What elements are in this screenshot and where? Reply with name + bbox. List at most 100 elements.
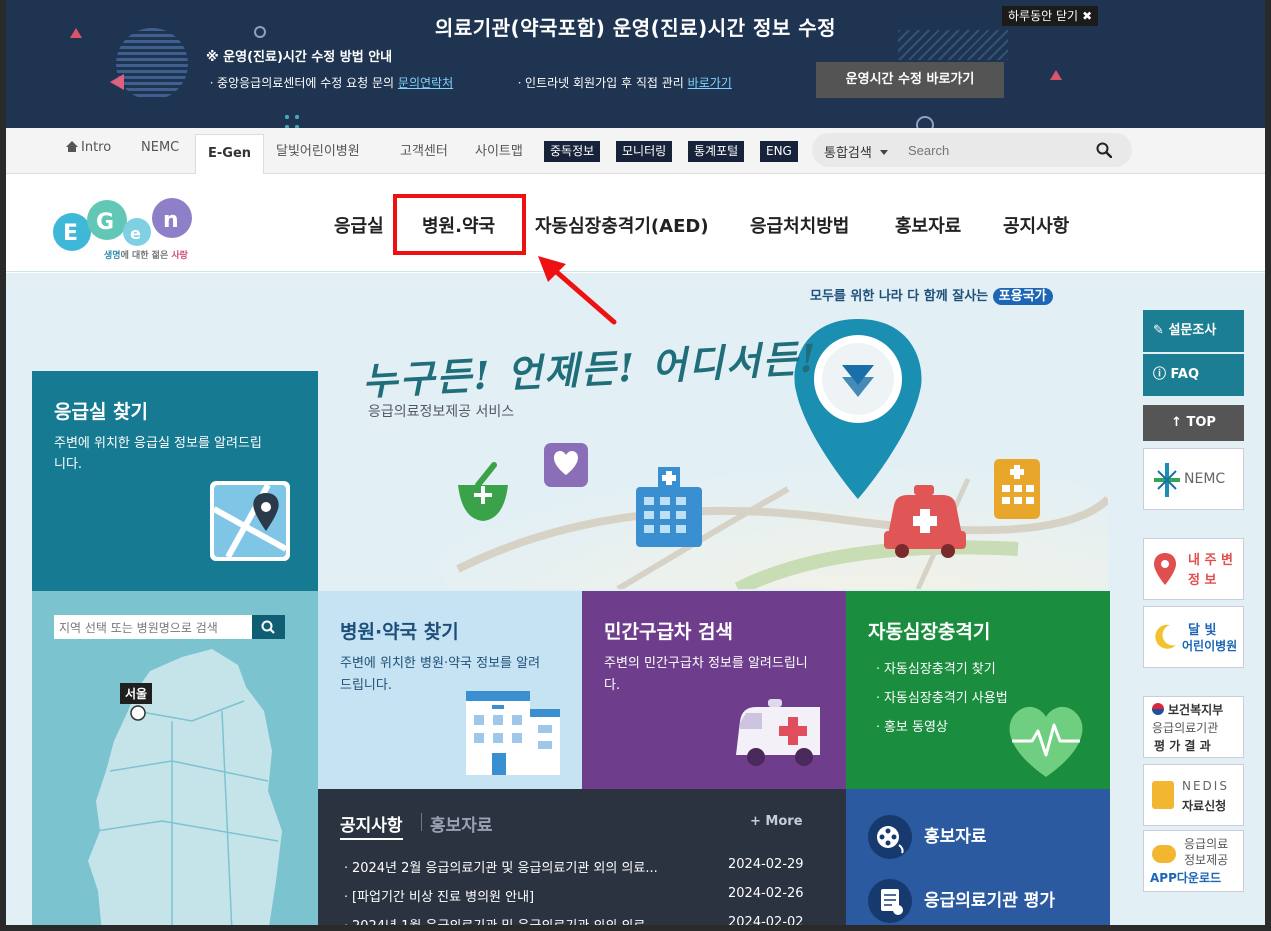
notice-row-title: ㆍ2024년 2월 응급의료기관 및 응급의료기관 외의 의료...	[340, 861, 658, 876]
ambulance-icon	[736, 699, 820, 766]
survey-button[interactable]: ✎ 설문조사	[1143, 310, 1244, 352]
notice-line-1-text: ㆍ중앙응급의료센터에 수정 요청 문의	[206, 76, 395, 90]
app-line-3: APP다운로드	[1150, 871, 1222, 885]
heart-pulse-icon	[1009, 706, 1083, 777]
edit-icon: ✎	[1153, 323, 1164, 338]
private-ambulance-desc: 주변의 민간구급차 정보를 알려드립니다.	[604, 656, 808, 693]
film-reel-icon	[868, 815, 912, 859]
nav-aed[interactable]: 자동심장충격기(AED)	[535, 212, 709, 238]
faq-label: FAQ	[1170, 367, 1200, 382]
institution-eval-label: 응급의료기관 평가	[924, 891, 1056, 911]
main-content: 모두를 위한 나라 다 함께 잘사는 포용국가 누구든! 언제든! 어디서든! …	[6, 273, 1265, 925]
decorative-triangle	[110, 74, 124, 90]
mohw-evaluation-link[interactable]: 보건복지부 응급의료기관 평 가 결 과	[1143, 696, 1244, 758]
inclusive-nation-slogan: 모두를 위한 나라 다 함께 잘사는 포용국가	[810, 285, 1053, 305]
korea-map[interactable]	[32, 591, 318, 925]
hero-banner: 누구든! 언제든! 어디서든! 응급의료정보제공 서비스	[318, 309, 1108, 589]
app-line-1: 응급의료	[1184, 837, 1229, 851]
slogan-text: 모두를 위한 나라 다 함께 잘사는	[810, 289, 989, 304]
egen-logo[interactable]: E G e n 생명에 대한 젊은 사랑	[52, 192, 202, 264]
more-link[interactable]: + More	[750, 814, 803, 829]
promo-panel: 홍보자료 응급의료기관 평가	[846, 789, 1110, 925]
nav-notices[interactable]: 공지사항	[1003, 212, 1069, 238]
hero-subtitle: 응급의료정보제공 서비스	[368, 404, 515, 420]
top-button[interactable]: ↑ TOP	[1143, 405, 1244, 441]
hospital-building-icon	[466, 691, 560, 775]
nearby-line-2: 정 보	[1188, 573, 1217, 588]
search-icon[interactable]	[1096, 142, 1112, 158]
nav-first-aid[interactable]: 응급처치방법	[750, 212, 849, 238]
location-pin-icon	[1154, 553, 1176, 585]
search-scope-select[interactable]: 통합검색	[824, 142, 888, 161]
notice-row-title: ㆍ[파업기간 비상 진료 병의원 안내]	[340, 890, 535, 905]
stats-portal-button[interactable]: 통계포털	[688, 141, 745, 162]
notice-row-title: ㆍ2024년 1월 응급의료기관 및 응급의료기관 외의 의료...	[340, 915, 708, 925]
seoul-label[interactable]: 서울	[120, 683, 153, 704]
slogan-pill: 포용국가	[992, 288, 1053, 305]
aed-menu: ㆍ자동심장충격기 찾기 ㆍ자동심장충격기 사용법 ㆍ홍보 동영상	[872, 655, 1008, 742]
mohw-line-1: 보건복지부	[1168, 703, 1224, 717]
app-download-link[interactable]: 응급의료 정보제공 APP다운로드	[1143, 830, 1244, 892]
moonlight-hospital-link[interactable]: 달 빛 어린이병원	[1143, 606, 1244, 668]
map-pin-icon	[210, 481, 290, 561]
tab-notices[interactable]: 공지사항	[340, 811, 403, 840]
nav-promotion[interactable]: 홍보자료	[895, 212, 961, 238]
moonlight-line-2: 어린이병원	[1182, 639, 1238, 653]
tab-nemc[interactable]: NEMC	[141, 140, 179, 155]
svg-text:n: n	[163, 208, 179, 233]
tab-sitemap[interactable]: 사이트맵	[475, 140, 523, 159]
notice-board: 공지사항 홍보자료 + More ㆍ2024년 2월 응급의료기관 및 응급의료…	[318, 789, 846, 925]
svg-text:생명에 대한 젊은 사랑: 생명에 대한 젊은 사랑	[104, 249, 189, 261]
aed-video-link[interactable]: ㆍ홍보 동영상	[872, 713, 1008, 742]
nav-emergency-room[interactable]: 응급실	[334, 212, 384, 238]
edit-hours-button[interactable]: 운영시간 수정 바로가기	[816, 62, 1004, 98]
aed-find-link[interactable]: ㆍ자동심장충격기 찾기	[872, 655, 1008, 684]
svg-text:G: G	[96, 210, 114, 235]
tab-customer-center[interactable]: 고객센터	[400, 140, 448, 159]
shortcut-link[interactable]: 바로가기	[688, 76, 732, 90]
promo-materials-link[interactable]: 홍보자료	[868, 815, 987, 859]
tab-moonlight-hospital[interactable]: 달빛어린이병원	[276, 140, 360, 159]
main-navigation: E G e n 생명에 대한 젊은 사랑 응급실 병원.약국 자동심장충격기(A…	[6, 174, 1265, 272]
moon-icon	[1155, 624, 1176, 649]
find-hospital-card[interactable]: 병원·약국 찾기 주변에 위치한 병원·약국 정보를 알려드립니다.	[318, 591, 582, 789]
find-er-desc: 주변에 위치한 응급실 정보를 알려드립니다.	[54, 436, 262, 472]
poison-info-button[interactable]: 중독정보	[544, 141, 601, 162]
moonlight-line-1: 달 빛	[1188, 623, 1217, 638]
nedis-line-2: 자료신청	[1182, 799, 1227, 813]
find-hospital-title: 병원·약국 찾기	[340, 621, 459, 643]
decorative-ring	[916, 116, 934, 128]
cloud-download-icon	[1152, 845, 1176, 863]
faq-button[interactable]: ⓘ FAQ	[1143, 354, 1244, 396]
question-icon: ⓘ	[1153, 367, 1167, 382]
close-today-label: 하루동안 닫기	[1008, 9, 1079, 23]
contact-link[interactable]: 문의연락처	[398, 76, 453, 90]
taegeuk-icon	[1152, 703, 1164, 715]
svg-text:e: e	[130, 224, 141, 243]
private-ambulance-card[interactable]: 민간구급차 검색 주변의 민간구급차 정보를 알려드립니다.	[582, 591, 846, 789]
nedis-request-link[interactable]: NEDIS 자료신청	[1143, 764, 1244, 826]
english-button[interactable]: ENG	[760, 141, 798, 162]
search-scope-label: 통합검색	[824, 146, 872, 161]
nemc-link[interactable]: NEMC	[1143, 448, 1244, 510]
close-today-button[interactable]: 하루동안 닫기 ✖	[1002, 6, 1099, 26]
tab-intro[interactable]: Intro	[66, 140, 111, 155]
notice-banner: 의료기관(약국포함) 운영(진료)시간 정보 수정 ※ 운영(진료)시간 수정 …	[6, 0, 1265, 128]
aed-howto-link[interactable]: ㆍ자동심장충격기 사용법	[872, 684, 1008, 713]
highlight-box	[393, 194, 526, 255]
tab-promotion[interactable]: 홍보자료	[430, 811, 493, 836]
nearby-info-link[interactable]: 내 주 변 정 보	[1143, 538, 1244, 600]
monitoring-button[interactable]: 모니터링	[616, 141, 673, 162]
close-icon: ✖	[1082, 9, 1093, 23]
tab-intro-label: Intro	[81, 140, 112, 155]
notice-line-2-text: ㆍ인트라넷 회원가입 후 직접 관리	[514, 76, 684, 90]
nemc-logo-icon	[1154, 463, 1180, 497]
find-er-card[interactable]: 응급실 찾기 주변에 위치한 응급실 정보를 알려드립니다.	[32, 371, 318, 600]
region-map-panel: 지역 선택 또는 병원명으로 검색 서울	[32, 591, 318, 925]
decorative-triangle	[1050, 70, 1062, 80]
survey-label: 설문조사	[1168, 323, 1217, 338]
nearby-line-1: 내 주 변	[1188, 553, 1233, 568]
institution-eval-link[interactable]: 응급의료기관 평가	[868, 879, 1055, 923]
search-input[interactable]	[908, 139, 1088, 161]
tab-egen[interactable]: E-Gen	[195, 134, 265, 174]
